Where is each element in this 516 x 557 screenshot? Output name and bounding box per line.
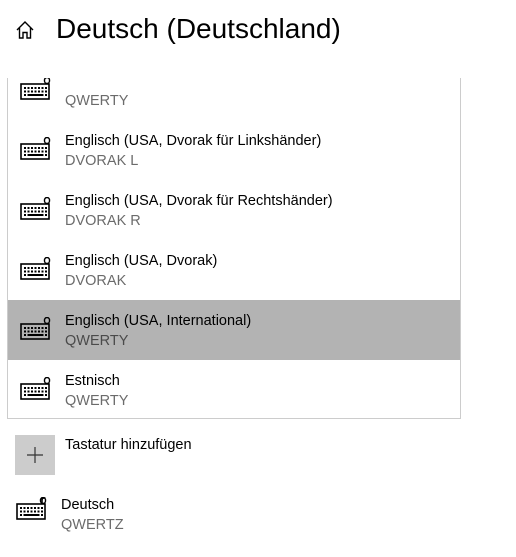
keyboard-icon	[20, 256, 52, 281]
keyboard-item-layout: QWERTY	[65, 333, 129, 349]
keyboard-icon	[20, 78, 52, 101]
keyboard-item-name: Estnisch	[65, 373, 120, 389]
add-keyboard-button[interactable]: Tastatur hinzufügen	[14, 434, 314, 475]
add-keyboard-label: Tastatur hinzufügen	[65, 437, 192, 453]
installed-keyboard-layout: QWERTZ	[61, 517, 124, 533]
keyboard-item-name: Englisch (USA, Dvorak)	[65, 253, 218, 269]
keyboard-icon	[20, 316, 52, 341]
keyboard-list-item[interactable]: Estnisch QWERTY	[8, 360, 460, 418]
keyboard-icon	[16, 496, 48, 521]
home-icon[interactable]	[14, 19, 36, 41]
page-title: Deutsch (Deutschland)	[56, 13, 341, 44]
keyboard-item-name: Englisch (USA, International)	[65, 313, 252, 329]
keyboard-list-item[interactable]: QWERTY	[8, 78, 460, 120]
settings-page: Deutsch (Deutschland) QWERTY Englisch (US…	[0, 0, 516, 557]
keyboard-icon	[20, 136, 52, 161]
installed-keyboard-name: Deutsch	[61, 497, 115, 513]
keyboard-dropdown-list[interactable]: QWERTY Englisch (USA, Dvorak für Linkshän…	[7, 78, 461, 419]
keyboard-list: QWERTY Englisch (USA, Dvorak für Linkshän…	[8, 78, 460, 418]
keyboard-icon	[20, 376, 52, 401]
keyboard-icon	[20, 196, 52, 221]
keyboard-item-name: Englisch (USA, Dvorak für Rechtshänder)	[65, 193, 333, 209]
keyboard-list-item[interactable]: Englisch (USA, Dvorak für Linkshänder) DV…	[8, 120, 460, 180]
installed-keyboard-item[interactable]: Deutsch QWERTZ	[0, 488, 400, 538]
keyboard-item-layout: QWERTY	[65, 93, 129, 109]
keyboard-item-name: Englisch (USA, Dvorak für Linkshänder)	[65, 133, 322, 149]
keyboard-list-item[interactable]: Englisch (USA, Dvorak für Rechtshänder) D…	[8, 180, 460, 240]
keyboard-item-layout: DVORAK R	[65, 213, 141, 229]
keyboard-item-layout: DVORAK L	[65, 153, 139, 169]
keyboard-item-layout: QWERTY	[65, 393, 129, 409]
keyboard-item-layout: DVORAK	[65, 273, 127, 289]
plus-icon	[15, 435, 55, 475]
keyboard-list-item[interactable]: Englisch (USA, International) QWERTY	[8, 300, 460, 360]
keyboard-list-item[interactable]: Englisch (USA, Dvorak) DVORAK	[8, 240, 460, 300]
